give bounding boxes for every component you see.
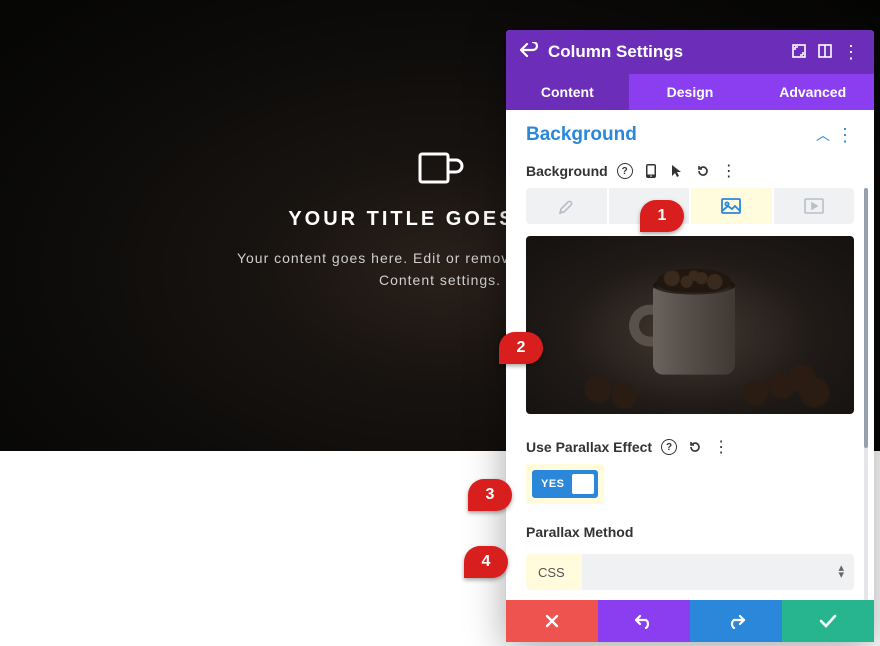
expand-icon[interactable] [786, 44, 812, 61]
cursor-icon[interactable] [668, 162, 686, 180]
parallax-method-select[interactable]: CSS ▴▾ [526, 554, 854, 590]
undo-button[interactable] [598, 600, 690, 642]
callout-3: 3 [468, 479, 512, 511]
kebab-menu-icon[interactable]: ⋮ [838, 42, 864, 63]
toggle-knob [572, 474, 594, 494]
field-menu-icon[interactable]: ⋮ [712, 438, 730, 456]
scrollbar-thumb[interactable] [864, 188, 868, 448]
section-menu-icon[interactable]: ⋮ [836, 125, 854, 146]
redo-button[interactable] [690, 600, 782, 642]
parallax-toggle-wrap: YES [506, 464, 874, 504]
select-value: CSS [538, 565, 565, 580]
reset-icon[interactable] [694, 162, 712, 180]
parallax-method-row: Parallax Method [506, 504, 874, 548]
bg-color-tab[interactable] [526, 188, 609, 224]
panel-body: Background ︿ ⋮ Background ? ⋮ [506, 110, 874, 600]
parallax-method-select-wrap: CSS ▴▾ [526, 554, 854, 590]
callout-2: 2 [499, 332, 543, 364]
select-caret-icon: ▴▾ [838, 565, 844, 579]
background-field-row: Background ? ⋮ [506, 152, 874, 188]
field-menu-icon[interactable]: ⋮ [720, 162, 738, 180]
callout-4: 4 [464, 546, 508, 578]
cancel-button[interactable] [506, 600, 598, 642]
phone-icon[interactable] [642, 162, 660, 180]
callout-1: 1 [640, 200, 684, 232]
panel-footer [506, 600, 874, 642]
parallax-field-row: Use Parallax Effect ? ⋮ [506, 414, 874, 464]
save-button[interactable] [782, 600, 874, 642]
panel-header: Column Settings ⋮ [506, 30, 874, 74]
help-icon[interactable]: ? [616, 162, 634, 180]
use-parallax-label: Use Parallax Effect [526, 439, 652, 455]
background-label: Background [526, 163, 608, 179]
help-icon[interactable]: ? [660, 438, 678, 456]
parallax-method-label: Parallax Method [526, 524, 633, 540]
tab-design[interactable]: Design [629, 74, 752, 110]
tab-advanced[interactable]: Advanced [751, 74, 874, 110]
panel-title: Column Settings [542, 42, 786, 62]
collapse-icon[interactable]: ︿ [810, 125, 836, 145]
section-title: Background [526, 124, 810, 146]
cup-icon [415, 150, 465, 190]
reset-icon[interactable] [686, 438, 704, 456]
use-parallax-toggle[interactable]: YES [532, 470, 598, 498]
background-image-preview[interactable] [526, 236, 854, 414]
back-button[interactable] [516, 42, 542, 63]
bg-image-tab[interactable] [691, 188, 774, 224]
section-background[interactable]: Background ︿ ⋮ [506, 110, 874, 152]
bg-video-tab[interactable] [774, 188, 855, 224]
tab-content[interactable]: Content [506, 74, 629, 110]
toggle-label: YES [534, 478, 572, 490]
panel-tabs: Content Design Advanced [506, 74, 874, 110]
layout-icon[interactable] [812, 44, 838, 61]
column-settings-panel: Column Settings ⋮ Content Design Advance… [506, 30, 874, 642]
